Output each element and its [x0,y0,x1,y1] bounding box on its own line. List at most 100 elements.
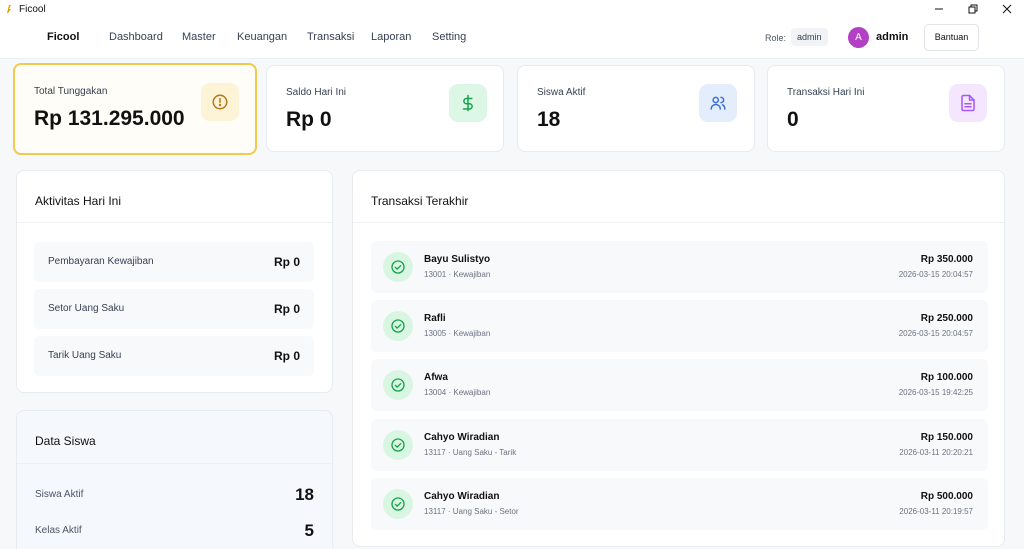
nav-item-dashboard[interactable]: Dashboard [109,31,163,43]
activity-label: Setor Uang Saku [48,303,125,314]
tx-status-icon-box [383,311,413,341]
tx-name: Afwa [424,372,448,383]
stat-card-transaksi-hari-ini: Transaksi Hari Ini 0 [767,65,1005,152]
tx-subtitle: 13005 · Kewajiban [424,329,491,338]
nav-item-laporan[interactable]: Laporan [371,31,411,43]
tx-subtitle: 13117 · Uang Saku - Setor [424,507,519,516]
stat-card-total-tunggakan: Total Tunggakan Rp 131.295.000 [13,63,257,155]
activity-row: Tarik Uang Saku Rp 0 [34,336,314,376]
restore-button[interactable] [956,0,990,18]
brand-name[interactable]: Ficool [47,31,79,43]
tx-subtitle: 13001 · Kewajiban [424,270,491,279]
activity-panel: Aktivitas Hari Ini Pembayaran Kewajiban … [16,170,333,393]
users-icon [710,96,726,110]
transactions-panel: Transaksi Terakhir Bayu Sulistyo 13001 ·… [352,170,1005,547]
stat-value: 0 [787,108,799,131]
data-label: Siswa Aktif [35,489,84,500]
stat-label: Total Tunggakan [34,86,108,97]
data-value: 18 [295,485,314,504]
tx-status-icon-box [383,370,413,400]
tx-subtitle: 13004 · Kewajiban [424,388,491,397]
user-name[interactable]: admin [876,31,908,43]
app-logo-icon [7,5,11,13]
stat-card-saldo-hari-ini: Saldo Hari Ini Rp 0 [266,65,504,152]
activity-label: Tarik Uang Saku [48,350,122,361]
nav-item-master[interactable]: Master [182,31,216,43]
tx-timestamp: 2026-03-11 20:20:21 [899,448,973,457]
role-badge: admin [791,28,828,46]
close-icon [1002,4,1012,14]
tx-name: Cahyo Wiradian [424,491,500,502]
stat-card-siswa-aktif: Siswa Aktif 18 [517,65,755,152]
activity-value: Rp 0 [273,302,300,316]
panel-title: Aktivitas Hari Ini [35,194,122,208]
tx-timestamp: 2026-03-11 20:19:57 [899,507,973,516]
avatar[interactable]: A [848,27,869,48]
tx-amount: Rp 150.000 [920,432,973,443]
data-value: 5 [304,521,314,540]
activity-label: Pembayaran Kewajiban [48,256,154,267]
divider [353,222,1004,223]
nav-item-setting[interactable]: Setting [432,31,466,43]
tx-status-icon-box [383,430,413,460]
role-label: Role: [765,33,787,43]
tx-amount: Rp 100.000 [920,372,973,383]
activity-row: Setor Uang Saku Rp 0 [34,289,314,329]
tx-timestamp: 2026-03-15 19:42:25 [898,388,973,397]
nav-item-transaksi[interactable]: Transaksi [307,31,354,43]
stat-label: Transaksi Hari Ini [787,87,865,98]
help-button[interactable]: Bantuan [924,24,979,51]
tx-status-icon-box [383,252,413,282]
divider [17,463,332,464]
transaction-row[interactable]: Cahyo Wiradian 13117 · Uang Saku - Tarik… [371,419,988,471]
tx-timestamp: 2026-03-15 20:04:57 [898,329,973,338]
activity-value: Rp 0 [273,255,300,269]
check-circle-icon [391,378,405,392]
check-circle-icon [391,497,405,511]
nav-item-keuangan[interactable]: Keuangan [237,31,287,43]
tx-subtitle: 13117 · Uang Saku - Tarik [424,448,517,457]
transaction-row[interactable]: Rafli 13005 · Kewajiban Rp 250.000 2026-… [371,300,988,352]
activity-row: Pembayaran Kewajiban Rp 0 [34,242,314,282]
panel-title: Data Siswa [35,434,96,448]
tx-timestamp: 2026-03-15 20:04:57 [898,270,973,279]
tx-amount: Rp 350.000 [920,254,973,265]
tx-name: Bayu Sulistyo [424,254,491,265]
stat-label: Saldo Hari Ini [286,87,347,98]
tx-status-icon-box [383,489,413,519]
top-navbar: Ficool Dashboard Master Keuangan Transak… [0,18,1024,59]
tx-amount: Rp 250.000 [920,313,973,324]
activity-value: Rp 0 [273,349,300,363]
panel-title: Transaksi Terakhir [371,194,469,208]
stat-value: Rp 0 [286,108,332,131]
stat-value: Rp 131.295.000 [34,107,185,130]
transaction-row[interactable]: Cahyo Wiradian 13117 · Uang Saku - Setor… [371,478,988,530]
close-button[interactable] [990,0,1024,18]
divider [17,222,332,223]
stat-icon-box [449,84,487,122]
check-circle-icon [391,260,405,274]
stat-label: Siswa Aktif [537,87,586,98]
transaction-row[interactable]: Afwa 13004 · Kewajiban Rp 100.000 2026-0… [371,359,988,411]
check-circle-icon [391,438,405,452]
minimize-button[interactable] [922,0,956,18]
stat-value: 18 [537,108,561,131]
window-title: Ficool [19,3,46,15]
tx-name: Cahyo Wiradian [424,432,500,443]
stat-icon-box [949,84,987,122]
check-circle-icon [391,319,405,333]
transaction-row[interactable]: Bayu Sulistyo 13001 · Kewajiban Rp 350.0… [371,241,988,293]
alert-circle-icon [212,94,228,110]
window-controls [922,0,1024,18]
dollar-icon [462,94,473,112]
stat-icon-box [699,84,737,122]
data-siswa-panel: Data Siswa Siswa Aktif 18 Kelas Aktif 5 [16,410,333,549]
stat-icon-box [201,83,239,121]
tx-name: Rafli [424,313,446,324]
document-icon [961,94,975,112]
data-label: Kelas Aktif [35,525,82,536]
window-titlebar: Ficool [0,0,1024,18]
tx-amount: Rp 500.000 [920,491,973,502]
minimize-icon [935,8,943,10]
restore-icon [968,4,978,14]
